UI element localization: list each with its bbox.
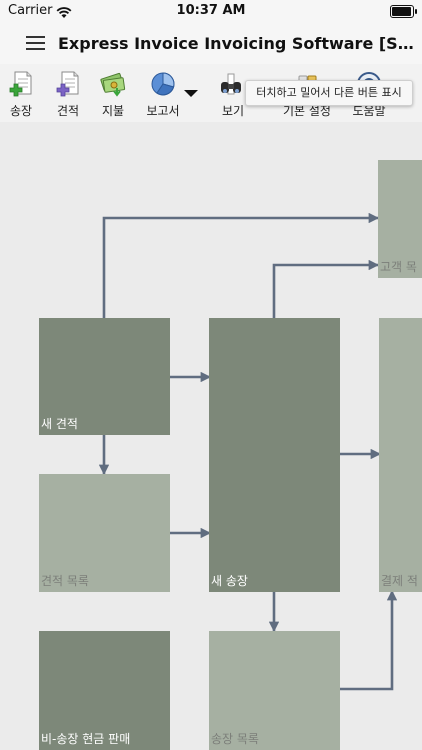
battery-level-fill <box>392 7 411 16</box>
new-invoice-icon <box>9 71 32 97</box>
toolbar-quote-label: 견적 <box>56 104 80 118</box>
customer-list-label: 고객 목 <box>380 260 417 274</box>
new-invoice-box[interactable]: 새 송장 <box>209 318 340 592</box>
toolbar-view-button[interactable]: 보기 <box>218 68 248 120</box>
non-invoice-cash-sale-box[interactable]: 비-송장 현금 판매 <box>39 631 170 750</box>
arrow-invoice-list-to-payment-list <box>340 589 398 691</box>
arrow-new-quote-to-customer-list <box>102 212 380 318</box>
customer-list-box[interactable]: 고객 목 <box>378 160 422 278</box>
quote-list-box[interactable]: 견적 목록 <box>39 474 170 592</box>
toolbar-payment-label: 지불 <box>101 104 125 118</box>
payment-list-box[interactable]: 결제 적 <box>379 318 422 592</box>
status-bar: Carrier 10:37 AM <box>0 0 422 24</box>
new-quote-box[interactable]: 새 견적 <box>39 318 170 435</box>
payment-icon <box>100 72 126 97</box>
invoice-list-box[interactable]: 송장 목록 <box>209 631 340 750</box>
reports-icon <box>151 72 175 96</box>
dropdown-triangle-icon <box>184 90 198 97</box>
toolbar-quote-button[interactable]: 견적 <box>53 68 83 120</box>
workflow-canvas: 고객 목 새 견적 새 송장 결제 적 견적 목록 비-송장 현금 판매 송장 … <box>0 122 422 750</box>
toolbar-scroll-tooltip: 터치하고 밀어서 다른 버튼 표시 <box>245 80 413 106</box>
title-bar: Express Invoice Invoicing Software [Sher… <box>0 24 422 64</box>
toolbar-reports-button[interactable]: 보고서 <box>146 68 180 120</box>
reports-dropdown-button[interactable] <box>182 68 200 120</box>
new-quote-icon <box>56 71 79 97</box>
menu-hamburger-icon[interactable] <box>26 36 45 50</box>
window-title: Express Invoice Invoicing Software [Sher… <box>58 34 416 53</box>
toolbar-invoice-button[interactable]: 송장 <box>6 68 36 120</box>
arrow-new-invoice-to-customer-list <box>272 259 380 318</box>
new-quote-label: 새 견적 <box>41 417 78 431</box>
payment-list-label: 결제 적 <box>381 574 418 588</box>
toolbar-invoice-label: 송장 <box>9 104 33 118</box>
view-binoculars-icon <box>221 73 241 95</box>
toolbar-reports-label: 보고서 <box>146 104 180 118</box>
non-invoice-cash-sale-label: 비-송장 현금 판매 <box>41 732 131 746</box>
new-invoice-label: 새 송장 <box>211 574 248 588</box>
clock-label: 10:37 AM <box>176 3 246 18</box>
invoice-list-label: 송장 목록 <box>211 732 259 746</box>
quote-list-label: 견적 목록 <box>41 574 89 588</box>
battery-icon <box>390 5 417 18</box>
toolbar-payment-button[interactable]: 지불 <box>98 68 128 120</box>
